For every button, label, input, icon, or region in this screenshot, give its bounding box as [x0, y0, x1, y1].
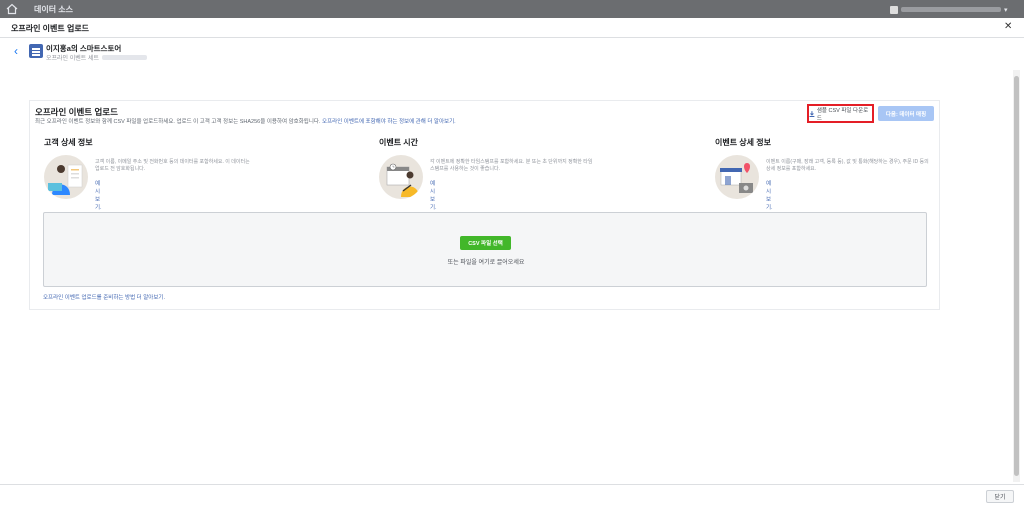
see-example-link[interactable]: 예시 보기.: [95, 179, 102, 211]
customer-illustration-icon: [44, 155, 88, 199]
top-bar: 데이터 소스 ▾: [0, 0, 1024, 18]
store-logo-icon: [29, 44, 43, 58]
store-illustration-icon: [715, 155, 759, 199]
modal-body: 오프라인 이벤트 업로드 최근 오프라인 이벤트 정보와 함께 CSV 파일을 …: [0, 66, 1024, 484]
modal-header: 오프라인 이벤트 업로드 ✕: [0, 18, 1024, 38]
section-title: 이벤트 시간: [379, 138, 419, 147]
download-sample-label: 샘플 CSV 파일 다운로드: [816, 107, 869, 122]
event-time-illustration-icon: [379, 155, 423, 199]
account-selector[interactable]: ▾: [890, 5, 1014, 14]
download-sample-csv-button[interactable]: 샘플 CSV 파일 다운로드: [807, 104, 874, 123]
account-name-redacted: [901, 7, 1001, 12]
scrollbar-thumb[interactable]: [1014, 76, 1019, 476]
modal-footer: 닫기: [0, 484, 1024, 505]
dataset-subtitle: 오프라인 이벤트 세트: [46, 53, 148, 62]
see-example-link[interactable]: 예시 보기.: [766, 179, 773, 211]
section-title: 고객 상세 정보: [44, 138, 93, 147]
vertical-scrollbar[interactable]: [1013, 70, 1020, 482]
upload-card: 오프라인 이벤트 업로드 최근 오프라인 이벤트 정보와 함께 CSV 파일을 …: [29, 100, 940, 310]
upload-modal: 오프라인 이벤트 업로드 ✕ ‹ 이지홍a의 스마트스토어 오프라인 이벤트 세…: [0, 18, 1024, 505]
section-title: 이벤트 상세 정보: [715, 138, 771, 147]
card-description: 최근 오프라인 이벤트 정보와 함께 CSV 파일을 업로드하세요. 업로드 이…: [35, 117, 456, 125]
section-description: 각 이벤트에 정확한 타임스탬프를 포함하세요. 분 또는 초 단위까지 정확한…: [430, 159, 593, 172]
page-title: 데이터 소스: [34, 5, 74, 14]
choose-csv-button[interactable]: CSV 파일 선택: [460, 236, 511, 250]
close-button[interactable]: 닫기: [986, 490, 1014, 503]
learn-more-link[interactable]: 오프라인 이벤트에 포함해야 하는 정보에 관해 더 알아보기.: [322, 119, 456, 125]
download-icon: [809, 110, 815, 117]
close-icon[interactable]: ✕: [1004, 22, 1012, 32]
dataset-id-redacted: [102, 55, 148, 60]
modal-title: 오프라인 이벤트 업로드: [11, 24, 90, 33]
section-description: 고객 이름, 이메일 주소 및 전화번호 등의 데이터를 포함하세요. 이 데이…: [95, 159, 250, 172]
home-icon[interactable]: [6, 3, 18, 15]
prepare-upload-link[interactable]: 오프라인 이벤트 업로드를 준비하는 방법 더 알아보기.: [43, 293, 165, 301]
dropzone-hint: 또는 파일을 여기로 끌어오세요: [447, 260, 525, 266]
dataset-label: 오프라인 이벤트 세트: [46, 56, 100, 62]
dataset-header: ‹ 이지홍a의 스마트스토어 오프라인 이벤트 세트: [0, 38, 1024, 66]
chevron-down-icon: ▾: [1004, 6, 1008, 14]
section-description: 이벤트 이름(구매, 장래 고객, 등록 등), 값 및 통화(해당하는 경우)…: [766, 159, 929, 172]
next-data-mapping-button[interactable]: 다음: 데이터 매핑: [878, 106, 934, 121]
account-icon: [890, 5, 898, 14]
card-description-text: 최근 오프라인 이벤트 정보와 함께 CSV 파일을 업로드하세요. 업로드 이…: [35, 119, 321, 125]
see-example-link[interactable]: 예시 보기.: [430, 179, 437, 211]
back-arrow-icon[interactable]: ‹: [14, 45, 24, 57]
csv-dropzone[interactable]: CSV 파일 선택 또는 파일을 여기로 끌어오세요: [43, 212, 927, 287]
